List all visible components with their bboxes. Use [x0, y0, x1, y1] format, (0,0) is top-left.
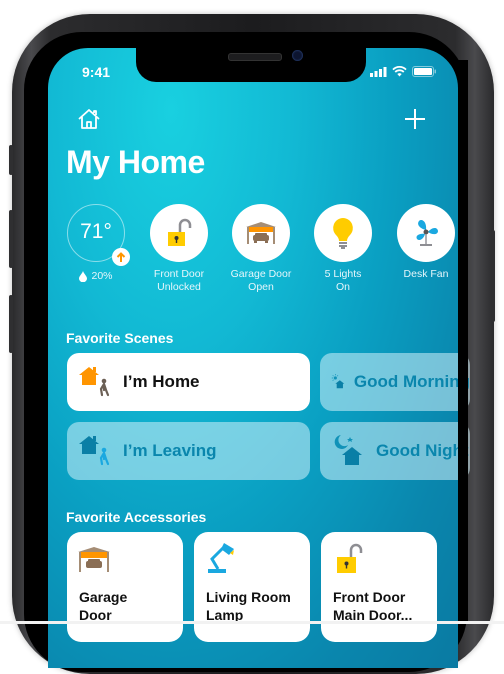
- temperature-value: 71°: [80, 220, 112, 243]
- garage-open-icon: [78, 547, 110, 572]
- tile-circle: [314, 204, 372, 262]
- battery-icon: [412, 66, 436, 77]
- scene-good-night[interactable]: Good Night: [320, 422, 470, 480]
- tile-line2: Unlocked: [157, 281, 201, 293]
- accessory-front-door[interactable]: Front Door Main Door...: [321, 532, 437, 642]
- earpiece-speaker: [228, 53, 282, 61]
- good-morning-icon: [331, 373, 345, 389]
- power-button: [491, 230, 495, 322]
- scene-label: I’m Home: [123, 372, 200, 391]
- volume-up-button: [9, 210, 13, 268]
- plus-icon: [405, 109, 425, 129]
- favorite-scenes-heading: Favorite Scenes: [66, 330, 174, 346]
- status-icons: [370, 66, 436, 77]
- scene-good-morning[interactable]: Good Morning: [320, 353, 470, 411]
- fan-icon: [416, 220, 438, 246]
- home-button[interactable]: [76, 106, 102, 132]
- accessory-living-room-lamp[interactable]: Living Room Lamp: [194, 532, 310, 642]
- accessory-line1: Garage: [79, 589, 128, 605]
- status-tile-desk-fan[interactable]: Desk Fan: [396, 204, 456, 281]
- tile-line1: Front Door: [153, 268, 205, 280]
- scene-im-leaving[interactable]: I’m Leaving: [67, 422, 310, 480]
- house-icon: [78, 109, 100, 129]
- climate-tile[interactable]: 71° 20%: [66, 204, 130, 283]
- scene-label: Good Morning: [353, 372, 470, 391]
- bezel-right-edge: [458, 60, 468, 624]
- tile-line1: Garage Door: [230, 268, 292, 280]
- tile-line1: 5 Lights: [324, 268, 362, 280]
- arrive-home-icon: [79, 367, 110, 397]
- status-time: 9:41: [82, 64, 111, 80]
- add-button[interactable]: [403, 107, 427, 131]
- trend-badge: [112, 248, 130, 266]
- favorite-accessories-heading: Favorite Accessories: [66, 509, 207, 525]
- volume-down-button: [9, 295, 13, 353]
- desk-lamp-icon: [208, 543, 234, 573]
- status-tile-lights[interactable]: 5 Lights On: [313, 204, 373, 294]
- mute-switch: [9, 145, 13, 175]
- garage-open-icon: [246, 222, 276, 244]
- lightbulb-icon: [333, 218, 353, 249]
- status-tile-garage-door[interactable]: Garage Door Open: [231, 204, 291, 294]
- tile-circle: [397, 204, 455, 262]
- tile-circle: [150, 204, 208, 262]
- cellular-signal-icon: [370, 66, 387, 77]
- tile-line1: Desk Fan: [403, 268, 449, 280]
- humidity-drop-icon: [79, 271, 88, 282]
- arrow-up-icon: [116, 251, 126, 262]
- unlocked-padlock-icon: [168, 218, 192, 246]
- front-camera: [292, 50, 303, 61]
- tile-circle: [232, 204, 290, 262]
- temperature-ring: 71°: [67, 204, 130, 266]
- accessory-garage-door[interactable]: Garage Door: [67, 532, 183, 642]
- scene-im-home[interactable]: I’m Home: [67, 353, 310, 411]
- accessory-line1: Living Room: [206, 589, 291, 605]
- wifi-icon: [392, 66, 407, 77]
- accessory-line1: Front Door: [333, 589, 406, 605]
- unlocked-padlock-icon: [337, 543, 363, 573]
- tile-line2: Open: [248, 281, 274, 293]
- tile-line2: On: [335, 281, 350, 293]
- scene-label: I’m Leaving: [123, 441, 217, 460]
- good-night-icon: [334, 435, 362, 465]
- status-tile-front-door[interactable]: Front Door Unlocked: [149, 204, 209, 294]
- page-title: My Home: [66, 144, 205, 180]
- humidity-value: 20%: [91, 270, 113, 282]
- leave-home-icon: [79, 436, 110, 466]
- scene-label: Good Night: [376, 441, 469, 460]
